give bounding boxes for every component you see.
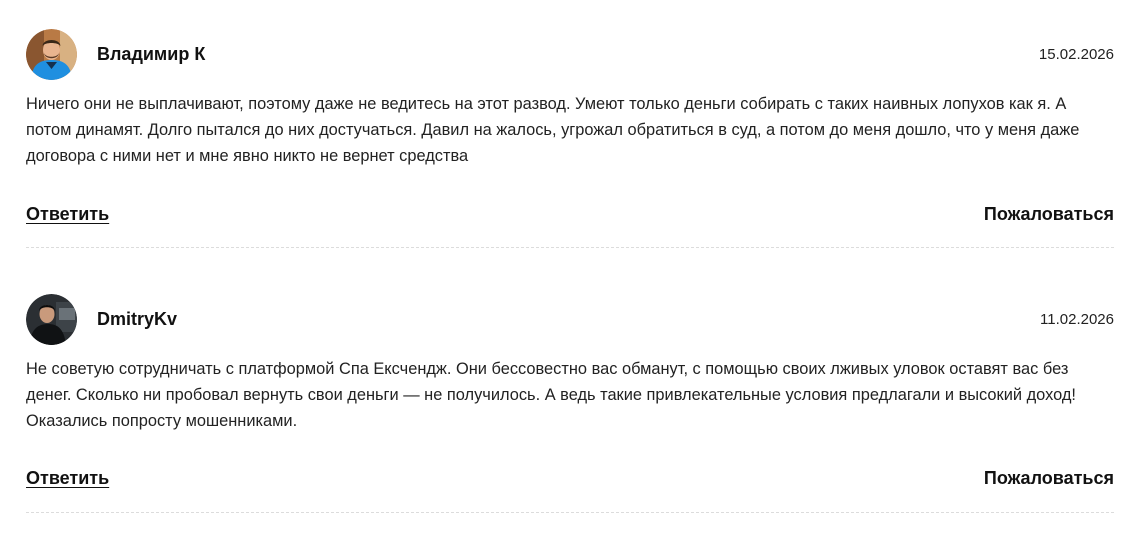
- review-header: DmitryKv 11.02.2026: [26, 294, 1114, 346]
- review-author: DmitryKv: [97, 309, 178, 329]
- reply-link[interactable]: Ответить: [26, 468, 109, 489]
- review-header: Владимир К 15.02.2026: [26, 29, 1114, 81]
- complain-link[interactable]: Пожаловаться: [984, 468, 1114, 489]
- user-avatar-icon[interactable]: [26, 29, 77, 80]
- reviews-list: Владимир К 15.02.2026 Ничего они не выпл…: [0, 0, 1132, 535]
- review-date: 15.02.2026: [1038, 46, 1114, 63]
- complain-link[interactable]: Пожаловаться: [984, 204, 1114, 225]
- review-divider: [26, 247, 1114, 248]
- review-actions: Ответить Пожаловаться: [26, 204, 1114, 230]
- review-author: Владимир К: [97, 44, 206, 64]
- review-date: 11.02.2026: [1040, 311, 1114, 328]
- reply-link[interactable]: Ответить: [26, 204, 109, 225]
- review-text: Ничего они не выплачивают, поэтому даже …: [26, 95, 1080, 165]
- review-item: Владимир К 15.02.2026 Ничего они не выпл…: [26, 29, 1114, 248]
- review-divider: [26, 512, 1114, 513]
- review-item: DmitryKv 11.02.2026 Не советую сотруднич…: [26, 294, 1114, 513]
- user-avatar-icon[interactable]: [26, 294, 77, 345]
- review-text: Не советую сотрудничать с платформой Спа…: [26, 360, 1076, 430]
- review-actions: Ответить Пожаловаться: [26, 468, 1114, 494]
